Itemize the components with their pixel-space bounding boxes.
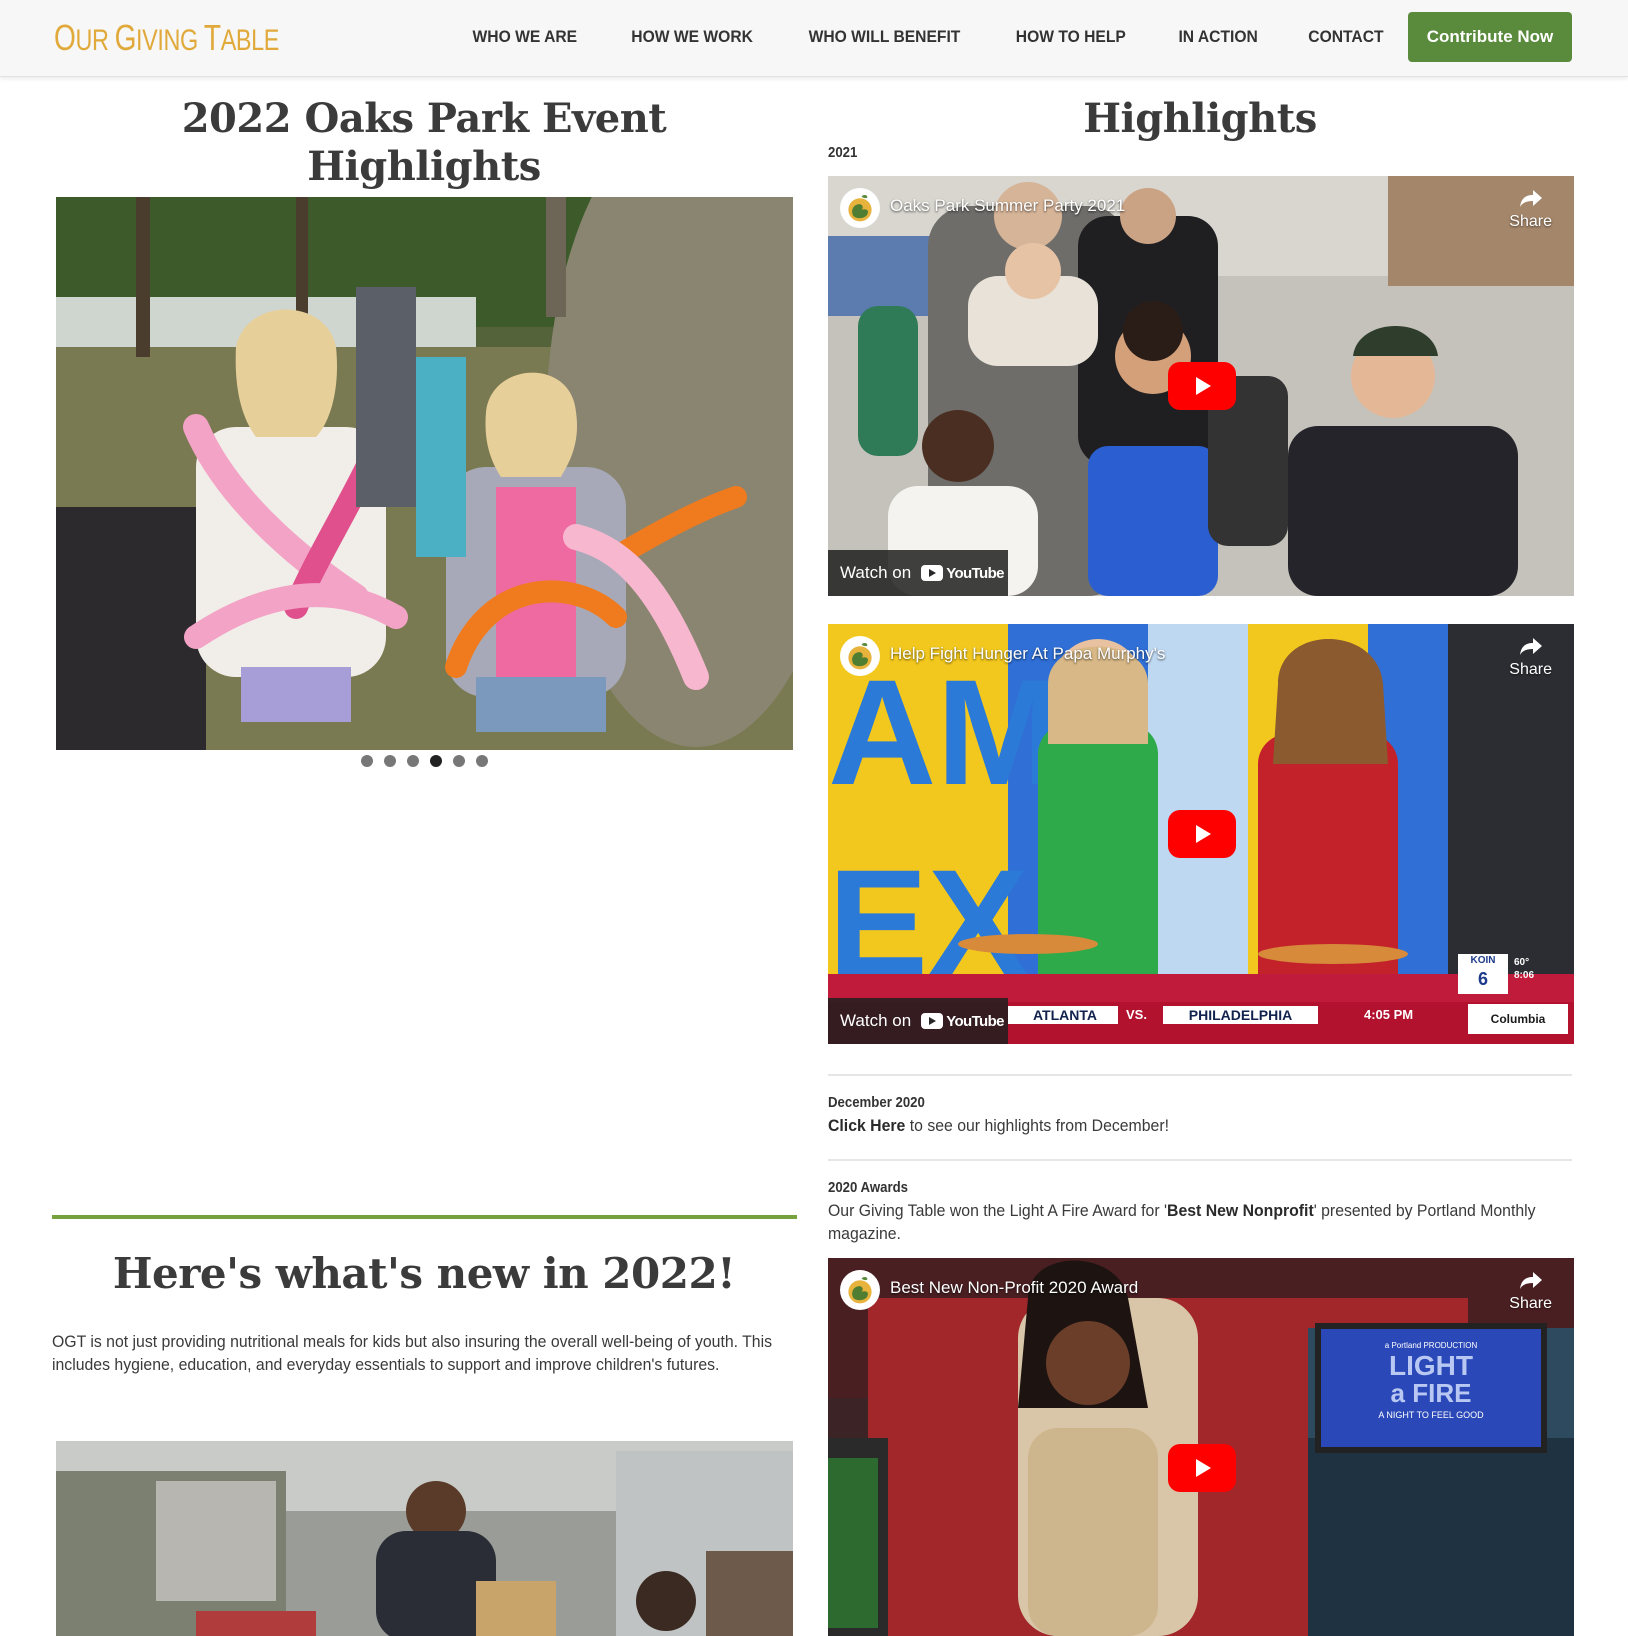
volunteer-photo — [56, 1441, 793, 1636]
weather-temp: 60° — [1514, 957, 1530, 968]
watch-on-youtube-button[interactable]: Watch on YouTube — [828, 998, 1008, 1044]
nav-in-action[interactable]: IN ACTION — [1178, 27, 1257, 47]
ticker-vs: VS. — [1126, 1007, 1147, 1022]
channel-logo-icon — [848, 1277, 872, 1304]
carousel-dots — [56, 755, 793, 767]
play-button[interactable] — [1168, 810, 1236, 858]
screen-subtitle: A NIGHT TO FEEL GOOD — [1378, 1410, 1484, 1420]
screen-brand: a Portland PRODUCTION — [1384, 1341, 1478, 1350]
weather-bug: 60° 8:06 — [1514, 956, 1534, 982]
site-header: OUR GIVING TABLE WHO WE ARE HOW WE WORK … — [0, 0, 1628, 77]
video-oaks-park-2021[interactable]: Oaks Park Summer Party 2021 Share Watch … — [828, 176, 1574, 596]
carousel-dot-1[interactable] — [361, 755, 373, 767]
awards-2020-text: Our Giving Table won the Light A Fire Aw… — [828, 1199, 1563, 1245]
site-logo[interactable]: OUR GIVING TABLE — [52, 0, 322, 75]
play-icon — [1196, 377, 1211, 395]
logo-cap-g: G — [114, 16, 137, 58]
light-a-fire-screen: a Portland PRODUCTION LIGHT a FIRE A NIG… — [1315, 1323, 1547, 1453]
play-icon — [1196, 1459, 1211, 1477]
nav-how-to-help[interactable]: HOW TO HELP — [1016, 27, 1126, 47]
weather-clock: 8:06 — [1514, 970, 1535, 981]
youtube-wordmark: YouTube — [946, 1012, 1004, 1030]
awards-text-bold: Best New Nonprofit — [1167, 1201, 1314, 1220]
carousel-dot-4[interactable] — [430, 755, 442, 767]
screen-title-fire: a FIRE — [1390, 1378, 1472, 1408]
sponsor-logo: Columbia — [1490, 1012, 1546, 1026]
event-highlights-title: 2022 Oaks Park Event Highlights — [52, 95, 796, 191]
nav-who-we-are[interactable]: WHO WE ARE — [473, 27, 578, 47]
event-photo-carousel[interactable] — [56, 197, 793, 750]
youtube-logo: YouTube — [921, 564, 1005, 582]
nav-how-we-work[interactable]: HOW WE WORK — [631, 27, 753, 47]
ticker-time: 4:05 PM — [1364, 1007, 1414, 1022]
new-in-2022-text: OGT is not just providing nutritional me… — [52, 1332, 773, 1374]
channel-avatar[interactable] — [840, 636, 880, 676]
share-label: Share — [1509, 213, 1552, 230]
youtube-icon — [921, 565, 944, 581]
channel-avatar[interactable] — [840, 188, 880, 228]
channel-logo-icon — [848, 195, 872, 222]
click-here-link[interactable]: Click Here — [828, 1116, 905, 1135]
youtube-wordmark: YouTube — [946, 564, 1004, 582]
event-title-line1: 2022 Oaks Park Event — [181, 95, 667, 142]
carousel-dot-2[interactable] — [384, 755, 396, 767]
play-button[interactable] — [1168, 1444, 1236, 1492]
station-number: 6 — [1477, 969, 1488, 989]
logo-word-our: UR — [75, 23, 115, 57]
main-nav: WHO WE ARE HOW WE WORK WHO WILL BENEFIT … — [424, 0, 1387, 74]
logo-word-table: ABLE — [220, 23, 280, 57]
logo-cap-t: T — [203, 16, 221, 58]
video-best-new-nonprofit[interactable]: a Portland PRODUCTION LIGHT a FIRE A NIG… — [828, 1258, 1574, 1636]
play-icon — [1196, 825, 1211, 843]
divider-1 — [828, 1074, 1572, 1076]
logo-wordmark: OUR GIVING TABLE — [54, 17, 279, 59]
station-bug: KOIN 6 — [1458, 954, 1508, 994]
nav-who-will-benefit[interactable]: WHO WILL BENEFIT — [809, 27, 961, 47]
watch-on-label: Watch on — [840, 1011, 912, 1030]
video-title[interactable]: Help Fight Hunger At Papa Murphy's — [890, 644, 1165, 664]
channel-avatar[interactable] — [840, 1270, 880, 1310]
watch-on-label: Watch on — [840, 563, 912, 582]
youtube-icon — [921, 1013, 944, 1029]
station-name: KOIN — [1470, 955, 1496, 966]
screen-title-light: LIGHT — [1389, 1350, 1473, 1381]
year-2021-label: 2021 — [828, 144, 858, 161]
play-button[interactable] — [1168, 362, 1236, 410]
carousel-slide-photo — [56, 197, 793, 750]
awards-text-before: Our Giving Table won the Light A Fire Aw… — [828, 1201, 1168, 1220]
ticker-team-right: PHILADELPHIA — [1188, 1007, 1293, 1023]
carousel-dot-6[interactable] — [476, 755, 488, 767]
december-2020-label: December 2020 — [828, 1094, 925, 1111]
watch-on-youtube-button[interactable]: Watch on YouTube — [828, 550, 1008, 596]
highlights-title: Highlights — [1083, 95, 1317, 142]
volunteer-photo-image — [56, 1441, 793, 1636]
divider-2 — [828, 1159, 1572, 1161]
logo-word-giving: IVING — [136, 23, 204, 57]
share-label: Share — [1509, 661, 1552, 678]
awards-2020-label: 2020 Awards — [828, 1179, 908, 1196]
event-title-line2: Highlights — [307, 143, 541, 190]
share-button[interactable]: Share — [1509, 636, 1552, 679]
share-label: Share — [1509, 1295, 1552, 1312]
december-2020-text: Click Here to see our highlights from De… — [828, 1114, 1553, 1137]
video-title[interactable]: Oaks Park Summer Party 2021 — [890, 196, 1125, 216]
contribute-now-button[interactable]: Contribute Now — [1408, 12, 1572, 62]
youtube-logo: YouTube — [921, 1012, 1005, 1030]
december-text-rest: to see our highlights from December! — [905, 1116, 1169, 1135]
ticker-team-left: ATLANTA — [1032, 1007, 1098, 1023]
channel-logo-icon — [848, 643, 872, 670]
share-button[interactable]: Share — [1509, 188, 1552, 231]
carousel-dot-5[interactable] — [453, 755, 465, 767]
section-divider — [52, 1215, 797, 1219]
new-in-2022-title: Here's what's new in 2022! — [112, 1249, 736, 1298]
nav-contact[interactable]: CONTACT — [1308, 27, 1383, 47]
video-title[interactable]: Best New Non-Profit 2020 Award — [890, 1278, 1138, 1298]
share-arrow-icon — [1519, 1272, 1542, 1289]
share-arrow-icon — [1519, 638, 1542, 655]
share-button[interactable]: Share — [1509, 1270, 1552, 1313]
video-papa-murphys[interactable]: AM EX ATLANTA VS. PHILADELPHIA 4:05 PM K… — [828, 624, 1574, 1044]
logo-cap-o: O — [54, 16, 76, 58]
carousel-dot-3[interactable] — [407, 755, 419, 767]
share-arrow-icon — [1519, 190, 1542, 207]
